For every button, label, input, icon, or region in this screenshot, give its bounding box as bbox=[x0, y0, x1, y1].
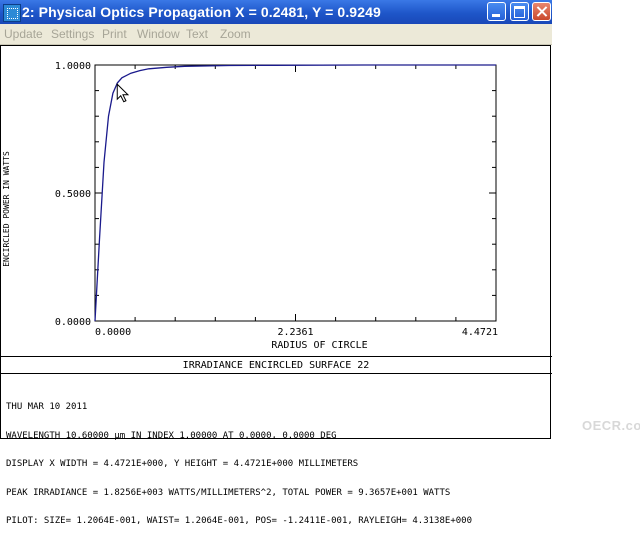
menu-update[interactable]: Update bbox=[4, 27, 43, 41]
mouse-cursor-icon bbox=[116, 83, 130, 103]
y-tick-label: 0.5000 bbox=[55, 189, 91, 200]
divider-bottom bbox=[0, 373, 552, 374]
info-line-display: DISPLAY X WIDTH = 4.4721E+000, Y HEIGHT … bbox=[6, 459, 359, 469]
app-icon[interactable] bbox=[3, 4, 21, 22]
minimize-button[interactable] bbox=[487, 2, 506, 21]
info-line-pilot: PILOT: SIZE= 1.2064E-001, WAIST= 1.2064E… bbox=[6, 516, 472, 526]
axis-ticks: 0.0000 0.5000 1.0000 0.0000 2.2361 4.4721 bbox=[55, 61, 498, 338]
close-button[interactable] bbox=[532, 2, 551, 21]
window-title: 2: Physical Optics Propagation X = 0.248… bbox=[22, 4, 381, 20]
watermark-logo: OECR.com bbox=[582, 418, 640, 433]
x-axis-label: RADIUS OF CIRCLE bbox=[271, 340, 367, 351]
x-tick-label: 4.4721 bbox=[462, 327, 498, 338]
y-tick-label: 0.0000 bbox=[55, 317, 91, 328]
title-bar[interactable]: 2: Physical Optics Propagation X = 0.248… bbox=[0, 0, 552, 24]
info-line-wavelength: WAVELENGTH 10.60000 µm IN INDEX 1.00000 … bbox=[6, 430, 337, 441]
info-line-peak: PEAK IRRADIANCE = 1.8256E+003 WATTS/MILL… bbox=[6, 487, 451, 498]
plot-area bbox=[94, 64, 497, 322]
menu-settings[interactable]: Settings bbox=[51, 27, 94, 41]
encircled-energy-chart[interactable]: 0.0000 0.5000 1.0000 0.0000 2.2361 4.4721 ENC… bbox=[0, 45, 552, 439]
info-line-date: THU MAR 10 2011 bbox=[6, 402, 88, 412]
y-axis-label: ENCIRCLED POWER IN WATTS bbox=[2, 151, 11, 267]
plot-title: IRRADIANCE ENCIRCLED SURFACE 22 bbox=[182, 360, 370, 371]
menu-text[interactable]: Text bbox=[186, 27, 208, 41]
menu-zoom[interactable]: Zoom bbox=[220, 27, 251, 41]
x-tick-label: 2.2361 bbox=[277, 327, 313, 338]
y-tick-label: 1.0000 bbox=[55, 61, 91, 72]
menu-bar: Update Settings Print Window Text Zoom bbox=[0, 24, 552, 45]
x-tick-label: 0.0000 bbox=[95, 327, 131, 338]
menu-print[interactable]: Print bbox=[102, 27, 127, 41]
divider-top bbox=[0, 356, 552, 357]
maximize-button[interactable] bbox=[510, 2, 529, 21]
series-line bbox=[94, 64, 496, 322]
menu-window[interactable]: Window bbox=[137, 27, 180, 41]
info-block: THU MAR 10 2011 WAVELENGTH 10.60000 µm I… bbox=[6, 384, 472, 536]
